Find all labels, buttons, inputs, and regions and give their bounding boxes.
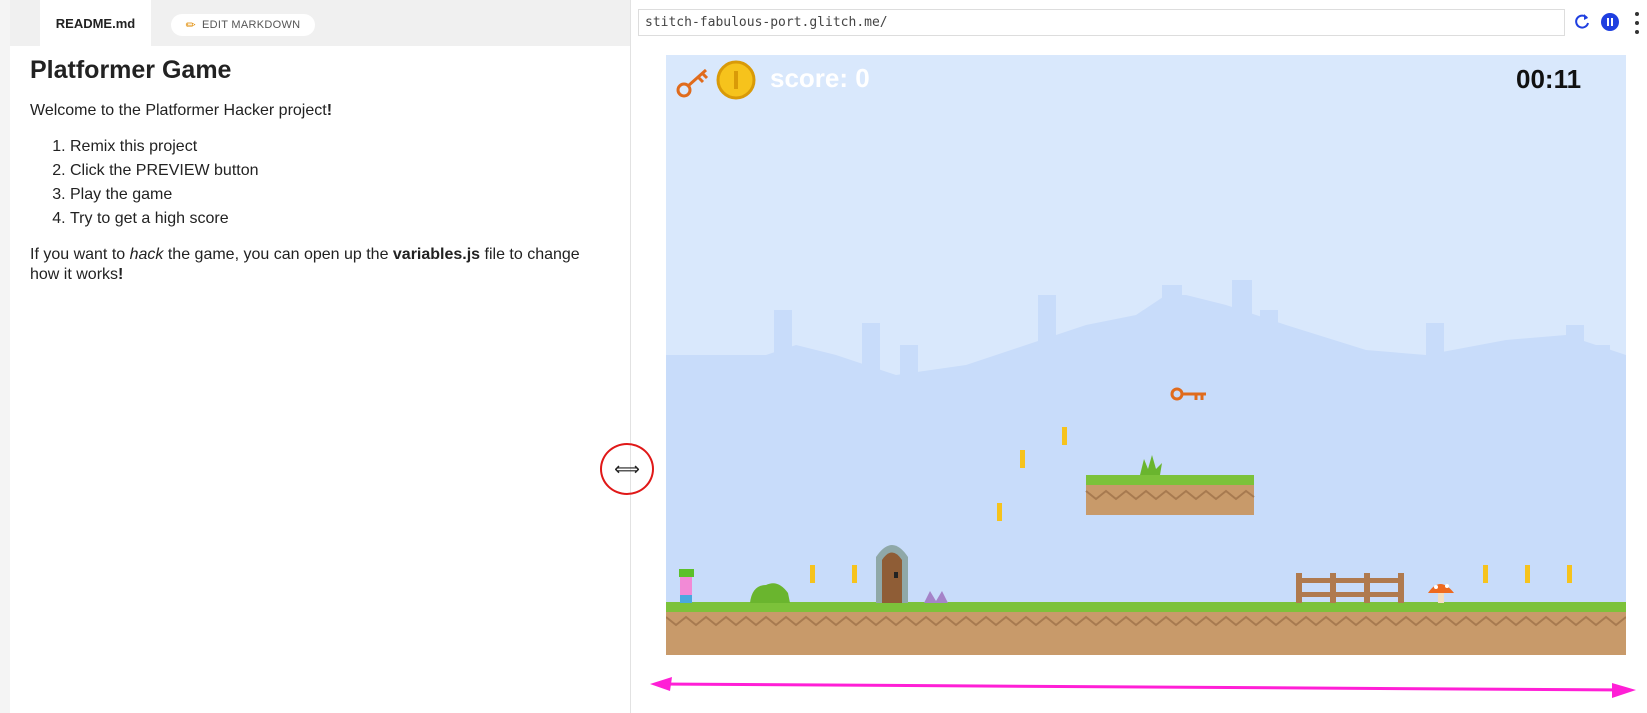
- list-item: Click the PREVIEW button: [70, 159, 600, 183]
- floating-platform-dirt: [1086, 485, 1254, 515]
- tab-bar: README.md ✏ EDIT MARKDOWN: [10, 0, 630, 46]
- readme-note: If you want to hack the game, you can op…: [30, 246, 580, 283]
- more-vertical-icon[interactable]: [1634, 12, 1640, 34]
- hud-key-icon: [676, 68, 709, 98]
- coin: [810, 565, 815, 583]
- pencil-icon: ✏: [185, 18, 196, 32]
- door: [882, 552, 902, 603]
- resize-horizontal-icon[interactable]: ⟺: [614, 459, 640, 480]
- coin: [1525, 565, 1530, 583]
- left-strip: [0, 0, 10, 713]
- coin: [997, 503, 1002, 521]
- coin: [1567, 565, 1572, 583]
- width-arrow-annotation: [650, 677, 1636, 698]
- steps-list: Remix this project Click the PREVIEW but…: [30, 135, 600, 231]
- readme-title: Platformer Game: [30, 56, 232, 84]
- readme-content: Platformer Game Welcome to the Platforme…: [30, 56, 600, 299]
- floating-platform-grass: [1086, 475, 1254, 485]
- timer-display: 00:11: [1516, 64, 1582, 94]
- coin: [852, 565, 857, 583]
- edit-markdown-label: EDIT MARKDOWN: [201, 19, 301, 31]
- hud-coin-icon: [716, 60, 756, 100]
- ground-grass: [666, 602, 1626, 612]
- pane-divider[interactable]: [630, 0, 631, 713]
- list-item: Try to get a high score: [70, 207, 600, 231]
- tab-readme[interactable]: README.md: [40, 0, 151, 46]
- readme-pane: README.md ✏ EDIT MARKDOWN Platformer Gam…: [0, 0, 630, 713]
- reload-icon[interactable]: [1572, 12, 1592, 32]
- list-item: Remix this project: [70, 135, 600, 159]
- pause-icon[interactable]: [1601, 13, 1619, 31]
- coin: [1062, 427, 1067, 445]
- url-bar[interactable]: stitch-fabulous-port.glitch.me/: [638, 9, 1565, 36]
- resize-annotation-circle: ⟺: [600, 443, 654, 495]
- coin: [1020, 450, 1025, 468]
- list-item: Play the game: [70, 183, 600, 207]
- edit-markdown-button[interactable]: ✏ EDIT MARKDOWN: [171, 14, 315, 36]
- score-display: score: 0: [770, 63, 870, 93]
- readme-intro: Welcome to the Platformer Hacker project…: [30, 102, 333, 119]
- game-canvas[interactable]: score: 0 00:11: [666, 55, 1626, 655]
- game-scene: [666, 60, 1626, 655]
- ground-dirt: [666, 612, 1626, 655]
- coin: [1483, 565, 1488, 583]
